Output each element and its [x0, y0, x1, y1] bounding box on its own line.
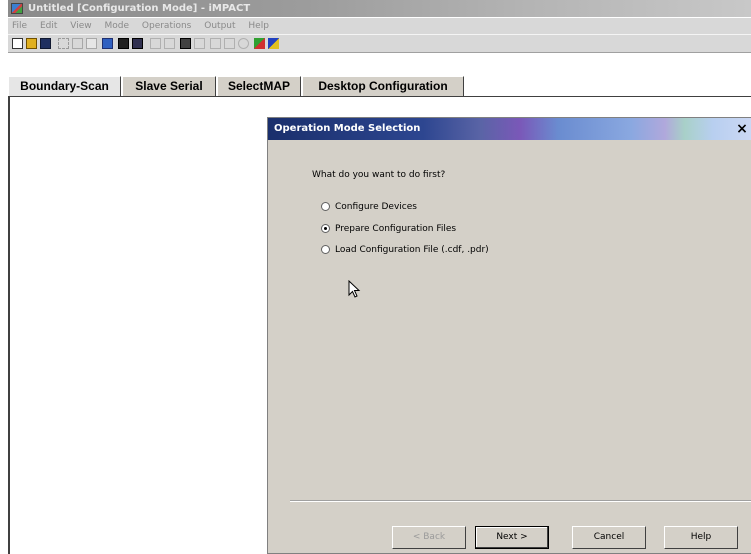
identify-chain-icon[interactable]	[132, 38, 143, 49]
refresh-icon[interactable]	[238, 38, 249, 49]
dialog-title-bar[interactable]: Operation Mode Selection ×	[268, 118, 751, 140]
program-icon[interactable]	[150, 38, 161, 49]
tab-slave-serial[interactable]: Slave Serial	[122, 76, 216, 96]
verify-icon[interactable]	[164, 38, 175, 49]
dialog-question: What do you want to do first?	[312, 170, 446, 180]
impact-app-icon	[11, 3, 23, 14]
erase-icon[interactable]	[180, 38, 191, 49]
option-label: Load Configuration File (.cdf, .pdr)	[335, 245, 489, 255]
menu-edit[interactable]: Edit	[40, 21, 57, 31]
open-folder-icon[interactable]	[26, 38, 37, 49]
radio-prepare-configuration-files[interactable]	[321, 224, 330, 233]
option-label: Prepare Configuration Files	[335, 224, 457, 234]
menu-operations[interactable]: Operations	[142, 21, 191, 31]
option-prepare-configuration-files[interactable]: Prepare Configuration Files	[321, 222, 456, 236]
option-load-configuration-file[interactable]: Load Configuration File (.cdf, .pdr)	[321, 243, 489, 257]
get-signature-icon[interactable]	[224, 38, 235, 49]
window-title-bar[interactable]: Untitled [Configuration Mode] - iMPACT	[8, 0, 751, 17]
menu-bar: File Edit View Mode Operations Output He…	[8, 18, 751, 34]
back-button[interactable]: < Back	[392, 526, 466, 549]
menu-view[interactable]: View	[70, 21, 91, 31]
window-title: Untitled [Configuration Mode] - iMPACT	[28, 3, 251, 14]
cable-icon[interactable]	[254, 38, 265, 49]
tab-selectmap[interactable]: SelectMAP	[217, 76, 301, 96]
dialog-title: Operation Mode Selection	[274, 123, 421, 134]
dialog-separator	[290, 500, 751, 502]
menu-help[interactable]: Help	[248, 21, 269, 31]
context-help-icon[interactable]	[268, 38, 279, 49]
cut-icon[interactable]	[58, 38, 69, 49]
option-label: Configure Devices	[335, 202, 417, 212]
copy-icon[interactable]	[72, 38, 83, 49]
add-device-icon[interactable]	[102, 38, 113, 49]
menu-output[interactable]: Output	[204, 21, 235, 31]
cancel-button[interactable]: Cancel	[572, 526, 646, 549]
tab-boundary-scan[interactable]: Boundary-Scan	[8, 76, 121, 96]
option-configure-devices[interactable]: Configure Devices	[321, 200, 417, 214]
next-button[interactable]: Next >	[475, 526, 549, 549]
radio-load-configuration-file[interactable]	[321, 245, 330, 254]
mouse-pointer-icon	[348, 280, 361, 298]
save-icon[interactable]	[40, 38, 51, 49]
tab-desktop-configuration[interactable]: Desktop Configuration	[302, 76, 464, 96]
radio-configure-devices[interactable]	[321, 202, 330, 211]
close-icon[interactable]: ×	[734, 118, 750, 140]
menu-mode[interactable]: Mode	[104, 21, 129, 31]
new-file-icon[interactable]	[12, 38, 23, 49]
readback-icon[interactable]	[210, 38, 221, 49]
paste-icon[interactable]	[86, 38, 97, 49]
blank-check-icon[interactable]	[194, 38, 205, 49]
help-button[interactable]: Help	[664, 526, 738, 549]
operation-mode-dialog: Operation Mode Selection × What do you w…	[267, 117, 751, 554]
menu-file[interactable]: File	[12, 21, 27, 31]
initialize-chain-icon[interactable]	[118, 38, 129, 49]
toolbar	[8, 34, 751, 53]
